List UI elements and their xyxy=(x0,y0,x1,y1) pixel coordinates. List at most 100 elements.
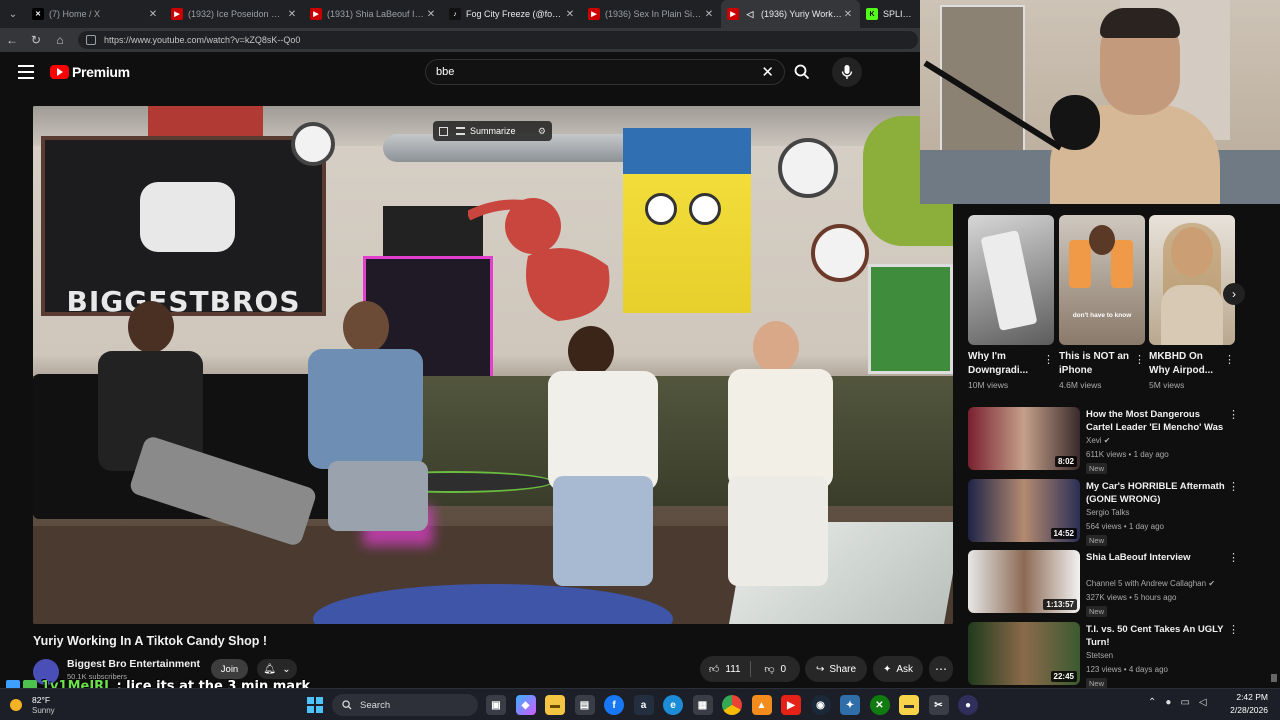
video-thumbnail[interactable]: 14:52 xyxy=(968,478,1080,542)
chrome-icon[interactable] xyxy=(722,695,742,715)
channel-name[interactable]: Biggest Bro Entertainment xyxy=(67,658,200,670)
wall-poster xyxy=(148,106,263,136)
steam-icon[interactable]: ◉ xyxy=(810,695,831,715)
rec-channel[interactable]: Xevi ✔ xyxy=(1086,436,1111,445)
rec-channel[interactable]: Stetsen xyxy=(1086,651,1113,660)
browser-tab[interactable]: ▶ (1932) Ice Poseidon Cancels ✕ xyxy=(165,0,304,28)
more-vertical-icon[interactable]: ⋮ xyxy=(1228,623,1239,636)
search-input[interactable]: bbe ✕ xyxy=(425,59,785,85)
speaker-icon[interactable]: ◁ xyxy=(744,8,756,20)
video-player[interactable]: BIGGESTBROS xyxy=(33,106,953,624)
browser-tab[interactable]: ▶ (1931) Shia LaBeouf Intervie ✕ xyxy=(304,0,443,28)
browser-tab[interactable]: ▶ (1936) Sex In Plain Sight: Th ✕ xyxy=(582,0,721,28)
close-tab-icon[interactable]: ✕ xyxy=(147,9,159,20)
youtube-logo[interactable]: Premium xyxy=(50,64,130,80)
xbox-icon[interactable]: ✕ xyxy=(869,695,890,715)
short-item[interactable]: don't have to know This is NOT an iPhone… xyxy=(1059,215,1145,390)
close-tab-icon[interactable]: ✕ xyxy=(425,9,437,20)
amazon-icon[interactable]: a xyxy=(633,695,654,715)
store-icon[interactable]: ▤ xyxy=(574,695,595,715)
more-horizontal-icon: ⋯ xyxy=(935,662,947,676)
notifications-button[interactable]: 🔔︎ ⌄ xyxy=(257,659,297,679)
settings-icon[interactable]: ⚙ xyxy=(538,126,546,137)
close-tab-icon[interactable]: ✕ xyxy=(564,9,576,20)
recommendation-item[interactable]: 14:52 My Car's HORRIBLE Aftermath (GONE … xyxy=(968,478,1240,551)
ask-button[interactable]: ✦ Ask xyxy=(873,656,923,682)
short-thumbnail[interactable] xyxy=(968,215,1054,345)
recommendation-item[interactable]: 8:02 How the Most Dangerous Cartel Leade… xyxy=(968,407,1240,479)
task-view-icon[interactable]: ▣ xyxy=(486,695,506,715)
vlc-icon[interactable]: ▲ xyxy=(751,695,772,715)
browser-tab-active[interactable]: ▶ ◁ (1936) Yuriy Working In ✕ xyxy=(721,0,860,28)
snipping-tool-icon[interactable]: ✂ xyxy=(928,695,949,715)
file-explorer-icon[interactable]: ▬ xyxy=(545,695,565,715)
more-actions-button[interactable]: ⋯ xyxy=(929,656,953,682)
short-item[interactable]: MKBHD On Why Airpod... 5M views ⋮ xyxy=(1149,215,1235,390)
taskbar-search-label: Search xyxy=(360,699,391,711)
spongebob-painting xyxy=(623,128,751,313)
scrollbar-thumb[interactable] xyxy=(1271,674,1277,682)
browser-tab[interactable]: K SPLIFFMOD xyxy=(860,0,920,28)
settings-app-icon[interactable]: ✦ xyxy=(840,695,860,715)
browser-tab[interactable]: ♪ Fog City Freeze (@fogcityfr ✕ xyxy=(443,0,582,28)
calculator-icon[interactable]: ▦ xyxy=(692,695,713,715)
close-tab-icon[interactable]: ✕ xyxy=(842,9,854,20)
rec-channel[interactable]: Channel 5 with Andrew Callaghan ✔ xyxy=(1086,579,1215,588)
verified-icon: ✔ xyxy=(1103,436,1111,445)
youtube-icon[interactable]: ▶ xyxy=(781,695,801,715)
site-info-icon[interactable] xyxy=(86,35,96,45)
biggestbros-sign: BIGGESTBROS xyxy=(41,136,326,318)
more-vertical-icon[interactable]: ⋮ xyxy=(1228,408,1239,421)
volume-icon[interactable]: ◁ xyxy=(1199,697,1207,708)
taskbar-search[interactable]: Search xyxy=(332,694,478,716)
tray-app-icon[interactable]: ● xyxy=(1165,697,1171,708)
close-tab-icon[interactable]: ✕ xyxy=(286,9,298,20)
pip-icon[interactable] xyxy=(439,126,448,136)
short-item[interactable]: Why I'm Downgradi... 10M views ⋮ xyxy=(968,215,1054,390)
network-icon[interactable]: ▭ xyxy=(1180,697,1189,708)
like-button[interactable]: 👍︎ 111 xyxy=(700,663,750,676)
copilot-icon[interactable]: ◆ xyxy=(515,695,536,715)
reload-icon[interactable]: ↻ xyxy=(24,28,48,52)
bb-logo xyxy=(140,182,235,252)
taskbar: 82°F Sunny Search ▣ ◆ ▬ ▤ f a e ▦ ▲ ▶ ◉ … xyxy=(0,688,1280,720)
more-vertical-icon[interactable]: ⋮ xyxy=(1224,353,1235,366)
recommendation-item[interactable]: 1:13:57 Shia LaBeouf Interview Channel 5… xyxy=(968,550,1240,622)
summarize-button[interactable]: Summarize ⚙ xyxy=(433,121,552,141)
windows-start-icon[interactable] xyxy=(307,697,323,713)
back-arrow-icon[interactable]: ← xyxy=(0,28,24,52)
voice-search-button[interactable] xyxy=(832,57,862,87)
system-clock[interactable]: 2:42 PM 2/28/2026 xyxy=(1220,692,1268,715)
video-thumbnail[interactable]: 1:13:57 xyxy=(968,550,1080,613)
short-thumbnail[interactable] xyxy=(1149,215,1235,345)
video-thumbnail[interactable]: 8:02 xyxy=(968,407,1080,470)
join-button[interactable]: Join xyxy=(211,659,248,679)
facebook-icon[interactable]: f xyxy=(604,695,624,715)
chevron-up-icon[interactable]: ⌃ xyxy=(1148,697,1156,708)
edge-icon[interactable]: e xyxy=(663,695,683,715)
clear-search-icon[interactable]: ✕ xyxy=(761,63,774,81)
search-button[interactable] xyxy=(788,59,816,85)
dislike-button[interactable]: 👎︎ 0 xyxy=(751,663,801,676)
more-vertical-icon[interactable]: ⋮ xyxy=(1134,353,1145,366)
shorts-next-button[interactable]: › xyxy=(1223,283,1245,305)
menu-icon[interactable] xyxy=(18,65,34,79)
weather-widget[interactable]: 82°F Sunny xyxy=(10,693,80,717)
recommendation-item[interactable]: 22:45 T.I. vs. 50 Cent Takes An UGLY Tur… xyxy=(968,621,1240,694)
tab-search-button[interactable]: ⌄ xyxy=(0,0,26,28)
address-bar[interactable]: https://www.youtube.com/watch?v=kZQ8sK--… xyxy=(78,31,918,49)
home-icon[interactable]: ⌂ xyxy=(48,28,72,52)
more-vertical-icon[interactable]: ⋮ xyxy=(1228,480,1239,493)
sticky-notes-icon[interactable]: ▬ xyxy=(899,695,919,715)
close-tab-icon[interactable]: ✕ xyxy=(703,9,715,20)
page-scrollbar[interactable] xyxy=(1270,204,1278,684)
phone xyxy=(1069,240,1091,288)
rec-channel[interactable]: Sergio Talks xyxy=(1086,508,1129,517)
share-button[interactable]: ↪ Share xyxy=(805,656,867,682)
video-thumbnail[interactable]: 22:45 xyxy=(968,621,1080,685)
short-thumbnail[interactable]: don't have to know xyxy=(1059,215,1145,345)
obs-icon[interactable]: ● xyxy=(958,695,978,715)
more-vertical-icon[interactable]: ⋮ xyxy=(1043,353,1054,366)
browser-tab[interactable]: ✕ (7) Home / X ✕ xyxy=(26,0,165,28)
more-vertical-icon[interactable]: ⋮ xyxy=(1228,551,1239,564)
